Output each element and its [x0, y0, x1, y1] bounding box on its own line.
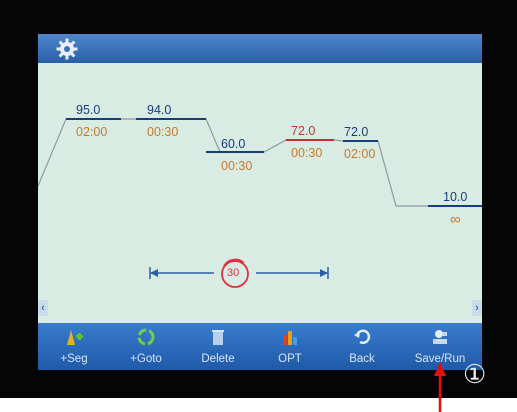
add-goto-button[interactable]: +Goto: [116, 323, 176, 370]
add-goto-label: +Goto: [130, 353, 162, 365]
recycle-icon: [137, 328, 155, 346]
callout-arrow-icon: [434, 362, 446, 412]
gear-icon[interactable]: [56, 38, 78, 60]
step-2-time[interactable]: 00:30: [147, 125, 178, 139]
back-label: Back: [349, 353, 375, 365]
add-segment-label: +Seg: [60, 353, 88, 365]
thermal-cycler-screen: 95.0 02:00 94.0 00:30 60.0 00:30 72.0 00…: [38, 34, 482, 370]
callout-number: ①: [463, 359, 487, 389]
scroll-right-button[interactable]: ›: [472, 300, 482, 316]
back-button[interactable]: Back: [332, 323, 392, 370]
top-bar: [38, 34, 482, 63]
delete-button[interactable]: Delete: [188, 323, 248, 370]
step-1-time[interactable]: 02:00: [76, 125, 107, 139]
step-6-temp[interactable]: 10.0: [443, 190, 467, 204]
step-3-time[interactable]: 00:30: [221, 159, 252, 173]
delete-label: Delete: [201, 353, 235, 365]
step-5-time[interactable]: 02:00: [344, 147, 375, 161]
step-3-temp[interactable]: 60.0: [221, 137, 245, 151]
opt-icon: [283, 331, 297, 345]
step-6-time[interactable]: ∞: [450, 211, 461, 228]
step-1-temp[interactable]: 95.0: [76, 103, 100, 117]
step-4-time[interactable]: 00:30: [291, 146, 322, 160]
opt-label: OPT: [278, 353, 302, 365]
scroll-left-button[interactable]: ‹: [38, 300, 48, 316]
opt-button[interactable]: OPT: [260, 323, 320, 370]
cycle-count[interactable]: 30: [227, 267, 239, 279]
back-arrow-icon: [354, 329, 371, 344]
profile-graph: [38, 118, 482, 288]
step-4-temp[interactable]: 72.0: [291, 124, 315, 138]
save-run-icon: [433, 330, 447, 344]
trash-icon: [212, 330, 224, 345]
temperature-profile: 95.0 02:00 94.0 00:30 60.0 00:30 72.0 00…: [38, 63, 482, 325]
add-segment-button[interactable]: +Seg: [44, 323, 104, 370]
step-5-temp[interactable]: 72.0: [344, 125, 368, 139]
bottom-toolbar: +Seg +Goto Delete OPT Back Save/Run: [38, 323, 482, 370]
add-segment-icon: [67, 330, 83, 345]
step-2-temp[interactable]: 94.0: [147, 103, 171, 117]
